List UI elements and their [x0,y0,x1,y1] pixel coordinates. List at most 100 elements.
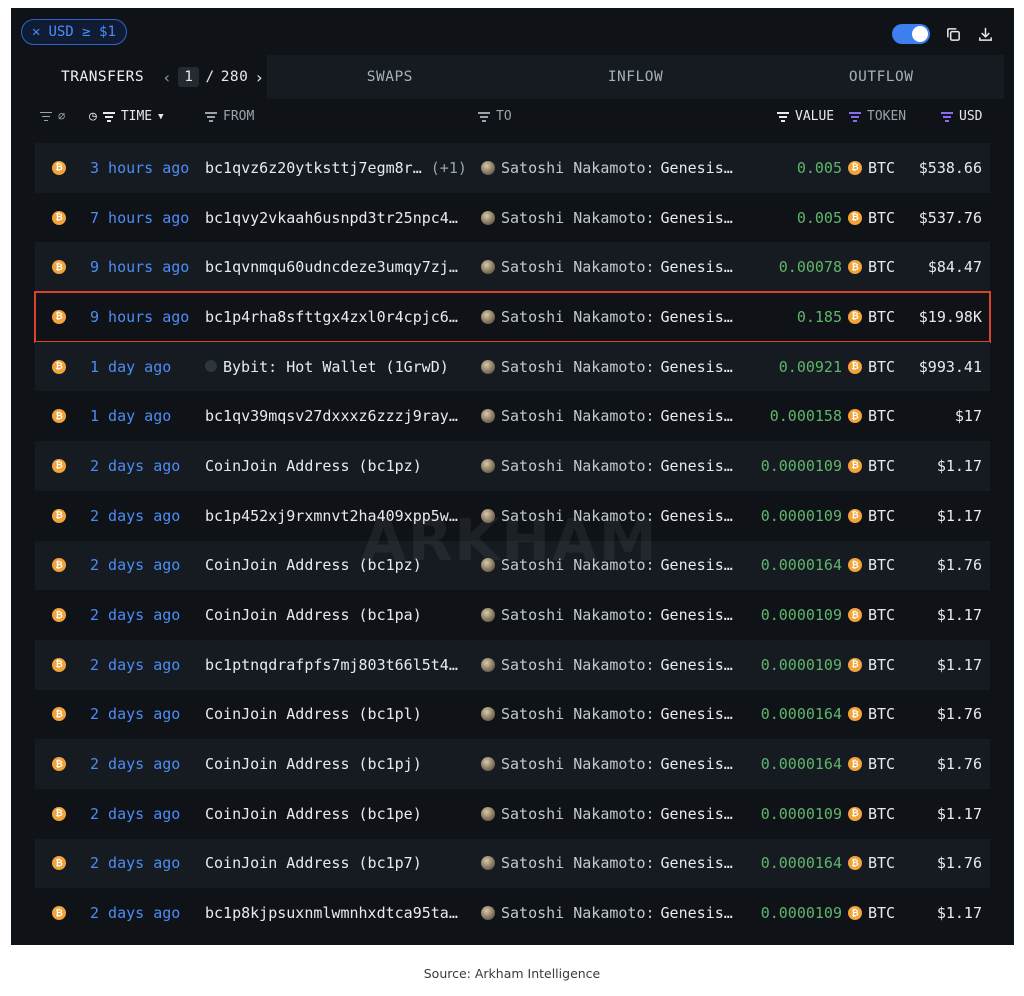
filter-icon[interactable] [849,112,861,122]
row-from-address[interactable]: CoinJoin Address (bc1pe) [205,805,467,823]
row-to-address[interactable]: Satoshi Nakamoto: Genesis… [481,705,733,723]
prev-page-icon[interactable]: ‹ [162,68,172,87]
usd-filter-chip[interactable]: ✕ USD ≥ $1 [21,19,127,45]
value-column-header[interactable]: VALUE [777,109,834,124]
tab-inflow[interactable]: INFLOW [513,55,759,99]
table-row[interactable]: ₿ 2 days ago CoinJoin Address (bc1pj) Sa… [35,739,990,789]
download-icon[interactable] [976,25,994,43]
row-from-address[interactable]: bc1qvz6z20ytksttj7egm8r… (+1) [205,159,467,177]
from-column-header[interactable]: FROM [205,109,254,124]
table-row[interactable]: ₿ 7 hours ago bc1qvy2vkaah6usnpd3tr25npc… [35,192,990,243]
row-from-address[interactable]: bc1qvnmqu60udncdeze3umqy7zj… [205,258,467,276]
row-token[interactable]: ₿ BTC [848,308,895,326]
row-time[interactable]: 2 days ago [90,854,180,872]
filter-icon[interactable] [205,112,217,122]
row-time[interactable]: 9 hours ago [90,308,189,326]
table-row[interactable]: ₿ 2 days ago CoinJoin Address (bc1p7) Sa… [35,838,990,889]
row-token[interactable]: ₿ BTC [848,904,895,922]
usd-column-header[interactable]: USD [941,109,982,124]
tab-outflow[interactable]: OUTFLOW [758,55,1004,99]
next-page-icon[interactable]: › [254,68,264,87]
row-to-address[interactable]: Satoshi Nakamoto: Genesis… [481,457,733,475]
row-token[interactable]: ₿ BTC [848,507,895,525]
table-row[interactable]: ₿ 2 days ago CoinJoin Address (bc1pa) Sa… [35,590,990,640]
row-token[interactable]: ₿ BTC [848,755,895,773]
table-row[interactable]: ₿ 1 day ago bc1qv39mqsv27dxxxz6zzzj9ray…… [35,391,990,442]
table-row[interactable]: ₿ 2 days ago CoinJoin Address (bc1pl) Sa… [35,689,990,740]
table-row[interactable]: ₿ 2 days ago CoinJoin Address (bc1pe) Sa… [35,788,990,839]
row-from-address[interactable]: CoinJoin Address (bc1p7) [205,854,467,872]
filter-link-column[interactable]: ⌀ [40,109,65,123]
row-to-address[interactable]: Satoshi Nakamoto: Genesis… [481,209,733,227]
row-token[interactable]: ₿ BTC [848,854,895,872]
row-from-address[interactable]: CoinJoin Address (bc1pl) [205,705,467,723]
row-from-address[interactable]: CoinJoin Address (bc1pz) [205,457,467,475]
row-from-address[interactable]: bc1p4rha8sfttgx4zxl0r4cpjc6… [205,308,467,326]
filter-icon[interactable] [941,112,953,122]
row-from-address[interactable]: CoinJoin Address (bc1pa) [205,606,467,624]
row-from-address[interactable]: bc1qv39mqsv27dxxxz6zzzj9ray… [205,407,467,425]
row-time[interactable]: 2 days ago [90,904,180,922]
table-row[interactable]: ₿ 9 hours ago bc1p4rha8sfttgx4zxl0r4cpjc… [34,291,991,343]
row-time[interactable]: 2 days ago [90,556,180,574]
row-from-address[interactable]: CoinJoin Address (bc1pz) [205,556,467,574]
row-from-address[interactable]: bc1p452xj9rxmnvt2ha409xpp5w… [205,507,467,525]
row-token[interactable]: ₿ BTC [848,407,895,425]
row-to-address[interactable]: Satoshi Nakamoto: Genesis… [481,755,733,773]
row-time[interactable]: 2 days ago [90,805,180,823]
filter-icon[interactable] [777,112,789,122]
row-time[interactable]: 2 days ago [90,656,180,674]
row-to-address[interactable]: Satoshi Nakamoto: Genesis… [481,904,733,922]
row-to-address[interactable]: Satoshi Nakamoto: Genesis… [481,606,733,624]
to-column-header[interactable]: TO [478,109,512,124]
row-time[interactable]: 2 days ago [90,507,180,525]
tab-transfers[interactable]: TRANSFERS ‹ 1 / 280 › [21,55,267,99]
current-page[interactable]: 1 [178,67,200,87]
row-from-address[interactable]: bc1p8kjpsuxnmlwmnhxdtca95ta… [205,904,467,922]
row-token[interactable]: ₿ BTC [848,159,895,177]
row-token[interactable]: ₿ BTC [848,556,895,574]
row-from-extra[interactable]: (+1) [431,159,467,177]
row-token[interactable]: ₿ BTC [848,805,895,823]
time-column-header[interactable]: ◷ TIME ▼ [89,109,164,124]
row-time[interactable]: 2 days ago [90,457,180,475]
row-to-address[interactable]: Satoshi Nakamoto: Genesis… [481,159,733,177]
table-row[interactable]: ₿ 2 days ago CoinJoin Address (bc1pz) Sa… [35,441,990,491]
row-time[interactable]: 1 day ago [90,407,171,425]
sort-desc-icon[interactable]: ▼ [158,112,163,122]
row-to-address[interactable]: Satoshi Nakamoto: Genesis… [481,854,733,872]
link-icon[interactable]: ⌀ [58,109,65,123]
row-token[interactable]: ₿ BTC [848,209,895,227]
table-row[interactable]: ₿ 2 days ago bc1ptnqdrafpfs7mj803t66l5t4… [35,639,990,690]
row-time[interactable]: 1 day ago [90,358,171,376]
display-toggle[interactable] [892,24,930,44]
table-row[interactable]: ₿ 9 hours ago bc1qvnmqu60udncdeze3umqy7z… [35,242,990,293]
row-token[interactable]: ₿ BTC [848,606,895,624]
row-time[interactable]: 3 hours ago [90,159,189,177]
row-from-address[interactable]: bc1ptnqdrafpfs7mj803t66l5t4… [205,656,467,674]
row-to-address[interactable]: Satoshi Nakamoto: Genesis… [481,407,733,425]
table-row[interactable]: ₿ 2 days ago bc1p8kjpsuxnmlwmnhxdtca95ta… [35,888,990,938]
row-from-address[interactable]: CoinJoin Address (bc1pj) [205,755,467,773]
row-from-address[interactable]: bc1qvy2vkaah6usnpd3tr25npc4… [205,209,467,227]
row-time[interactable]: 7 hours ago [90,209,189,227]
filter-icon[interactable] [102,112,115,122]
table-row[interactable]: ₿ 3 hours ago bc1qvz6z20ytksttj7egm8r… (… [35,143,990,193]
row-token[interactable]: ₿ BTC [848,656,895,674]
row-time[interactable]: 9 hours ago [90,258,189,276]
row-to-address[interactable]: Satoshi Nakamoto: Genesis… [481,805,733,823]
tab-swaps[interactable]: SWAPS [267,55,513,99]
row-to-address[interactable]: Satoshi Nakamoto: Genesis… [481,656,733,674]
filter-icon[interactable] [478,112,490,122]
row-token[interactable]: ₿ BTC [848,258,895,276]
row-from-address[interactable]: Bybit: Hot Wallet (1GrwD) [205,358,467,376]
copy-icon[interactable] [944,25,962,43]
table-row[interactable]: ₿ 2 days ago bc1p452xj9rxmnvt2ha409xpp5w… [35,490,990,541]
table-row[interactable]: ₿ 1 day ago Bybit: Hot Wallet (1GrwD) Sa… [35,341,990,392]
row-token[interactable]: ₿ BTC [848,358,895,376]
row-to-address[interactable]: Satoshi Nakamoto: Genesis… [481,308,733,326]
row-to-address[interactable]: Satoshi Nakamoto: Genesis… [481,556,733,574]
row-token[interactable]: ₿ BTC [848,457,895,475]
row-to-address[interactable]: Satoshi Nakamoto: Genesis… [481,507,733,525]
row-time[interactable]: 2 days ago [90,606,180,624]
